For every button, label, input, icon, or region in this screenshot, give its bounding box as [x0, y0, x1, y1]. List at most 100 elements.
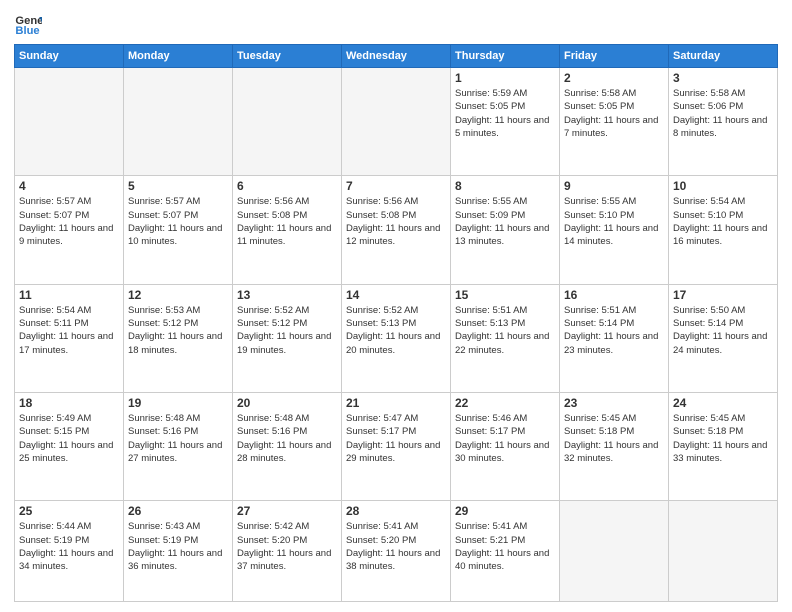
calendar-cell: 9 Sunrise: 5:55 AM Sunset: 5:10 PM Daylig… [560, 176, 669, 284]
day-info: Sunrise: 5:59 AM Sunset: 5:05 PM Dayligh… [455, 87, 555, 140]
day-number: 5 [128, 179, 228, 193]
day-info: Sunrise: 5:45 AM Sunset: 5:18 PM Dayligh… [564, 412, 664, 465]
day-number: 6 [237, 179, 337, 193]
calendar-cell: 7 Sunrise: 5:56 AM Sunset: 5:08 PM Daylig… [342, 176, 451, 284]
calendar-cell [124, 68, 233, 176]
calendar-week-row: 11Sunrise: 5:54 AM Sunset: 5:11 PM Dayli… [15, 284, 778, 392]
calendar-cell: 6 Sunrise: 5:56 AM Sunset: 5:08 PM Daylig… [233, 176, 342, 284]
day-info: Sunrise: 5:58 AM Sunset: 5:06 PM Dayligh… [673, 87, 773, 140]
calendar-cell [342, 68, 451, 176]
calendar-cell: 10 Sunrise: 5:54 AM Sunset: 5:10 PM Dayli… [669, 176, 778, 284]
calendar-week-row: 25 Sunrise: 5:44 AM Sunset: 5:19 PM Dayli… [15, 501, 778, 602]
calendar-cell [233, 68, 342, 176]
day-number: 18 [19, 396, 119, 410]
day-number: 9 [564, 179, 664, 193]
day-number: 29 [455, 504, 555, 518]
calendar-cell: 13 Sunrise: 5:52 AM Sunset: 5:12 PM Dayli… [233, 284, 342, 392]
day-number: 21 [346, 396, 446, 410]
day-info: Sunrise: 5:56 AM Sunset: 5:08 PM Dayligh… [346, 195, 446, 248]
calendar-header-wednesday: Wednesday [342, 45, 451, 68]
day-info: Sunrise: 5:47 AM Sunset: 5:17 PM Dayligh… [346, 412, 446, 465]
day-info: Sunrise: 5:41 AM Sunset: 5:20 PM Dayligh… [346, 520, 446, 573]
calendar-cell: 18 Sunrise: 5:49 AM Sunset: 5:15 PM Dayli… [15, 392, 124, 500]
calendar-header-friday: Friday [560, 45, 669, 68]
day-info: Sunrise: 5:51 AM Sunset: 5:13 PM Dayligh… [455, 304, 555, 357]
calendar-cell: 3 Sunrise: 5:58 AM Sunset: 5:06 PM Daylig… [669, 68, 778, 176]
day-number: 12 [128, 288, 228, 302]
calendar-cell: 26 Sunrise: 5:43 AM Sunset: 5:19 PM Dayli… [124, 501, 233, 602]
day-number: 7 [346, 179, 446, 193]
calendar-cell: 28 Sunrise: 5:41 AM Sunset: 5:20 PM Dayli… [342, 501, 451, 602]
calendar-cell: 20 Sunrise: 5:48 AM Sunset: 5:16 PM Dayli… [233, 392, 342, 500]
day-number: 23 [564, 396, 664, 410]
day-number: 13 [237, 288, 337, 302]
page: General Blue SundayMondayTuesdayWednesda… [0, 0, 792, 612]
svg-text:Blue: Blue [15, 25, 39, 37]
day-number: 8 [455, 179, 555, 193]
day-info: Sunrise: 5:48 AM Sunset: 5:16 PM Dayligh… [128, 412, 228, 465]
day-number: 2 [564, 71, 664, 85]
day-info: Sunrise: 5:53 AM Sunset: 5:12 PM Dayligh… [128, 304, 228, 357]
day-number: 24 [673, 396, 773, 410]
day-info: Sunrise: 5:49 AM Sunset: 5:15 PM Dayligh… [19, 412, 119, 465]
header: General Blue [14, 10, 778, 38]
day-info: Sunrise: 5:50 AM Sunset: 5:14 PM Dayligh… [673, 304, 773, 357]
day-info: Sunrise: 5:52 AM Sunset: 5:12 PM Dayligh… [237, 304, 337, 357]
day-info: Sunrise: 5:54 AM Sunset: 5:10 PM Dayligh… [673, 195, 773, 248]
day-info: Sunrise: 5:45 AM Sunset: 5:18 PM Dayligh… [673, 412, 773, 465]
calendar-cell: 15 Sunrise: 5:51 AM Sunset: 5:13 PM Dayli… [451, 284, 560, 392]
calendar-cell: 21 Sunrise: 5:47 AM Sunset: 5:17 PM Dayli… [342, 392, 451, 500]
calendar-cell: 14 Sunrise: 5:52 AM Sunset: 5:13 PM Dayli… [342, 284, 451, 392]
day-number: 20 [237, 396, 337, 410]
day-info: Sunrise: 5:42 AM Sunset: 5:20 PM Dayligh… [237, 520, 337, 573]
calendar-week-row: 4 Sunrise: 5:57 AM Sunset: 5:07 PM Daylig… [15, 176, 778, 284]
calendar-cell: 11Sunrise: 5:54 AM Sunset: 5:11 PM Dayli… [15, 284, 124, 392]
calendar-cell: 24 Sunrise: 5:45 AM Sunset: 5:18 PM Dayli… [669, 392, 778, 500]
day-info: Sunrise: 5:58 AM Sunset: 5:05 PM Dayligh… [564, 87, 664, 140]
day-info: Sunrise: 5:41 AM Sunset: 5:21 PM Dayligh… [455, 520, 555, 573]
calendar-week-row: 1 Sunrise: 5:59 AM Sunset: 5:05 PM Daylig… [15, 68, 778, 176]
day-info: Sunrise: 5:56 AM Sunset: 5:08 PM Dayligh… [237, 195, 337, 248]
calendar-cell: 2 Sunrise: 5:58 AM Sunset: 5:05 PM Daylig… [560, 68, 669, 176]
calendar-cell: 12 Sunrise: 5:53 AM Sunset: 5:12 PM Dayli… [124, 284, 233, 392]
calendar-header-tuesday: Tuesday [233, 45, 342, 68]
day-number: 26 [128, 504, 228, 518]
day-info: Sunrise: 5:46 AM Sunset: 5:17 PM Dayligh… [455, 412, 555, 465]
day-number: 4 [19, 179, 119, 193]
day-number: 1 [455, 71, 555, 85]
day-number: 28 [346, 504, 446, 518]
calendar-header-saturday: Saturday [669, 45, 778, 68]
calendar-header-sunday: Sunday [15, 45, 124, 68]
day-info: Sunrise: 5:51 AM Sunset: 5:14 PM Dayligh… [564, 304, 664, 357]
day-info: Sunrise: 5:44 AM Sunset: 5:19 PM Dayligh… [19, 520, 119, 573]
calendar-cell [669, 501, 778, 602]
calendar-week-row: 18 Sunrise: 5:49 AM Sunset: 5:15 PM Dayli… [15, 392, 778, 500]
day-number: 25 [19, 504, 119, 518]
calendar-cell: 19Sunrise: 5:48 AM Sunset: 5:16 PM Dayli… [124, 392, 233, 500]
calendar-cell: 17Sunrise: 5:50 AM Sunset: 5:14 PM Dayli… [669, 284, 778, 392]
calendar-cell [560, 501, 669, 602]
calendar-cell: 27Sunrise: 5:42 AM Sunset: 5:20 PM Dayli… [233, 501, 342, 602]
day-number: 16 [564, 288, 664, 302]
day-number: 3 [673, 71, 773, 85]
day-number: 14 [346, 288, 446, 302]
logo: General Blue [14, 10, 46, 38]
calendar-cell: 25 Sunrise: 5:44 AM Sunset: 5:19 PM Dayli… [15, 501, 124, 602]
calendar-header-row: SundayMondayTuesdayWednesdayThursdayFrid… [15, 45, 778, 68]
day-info: Sunrise: 5:52 AM Sunset: 5:13 PM Dayligh… [346, 304, 446, 357]
calendar-cell: 23 Sunrise: 5:45 AM Sunset: 5:18 PM Dayli… [560, 392, 669, 500]
calendar-cell: 1 Sunrise: 5:59 AM Sunset: 5:05 PM Daylig… [451, 68, 560, 176]
calendar-cell [15, 68, 124, 176]
day-info: Sunrise: 5:57 AM Sunset: 5:07 PM Dayligh… [19, 195, 119, 248]
calendar-table: SundayMondayTuesdayWednesdayThursdayFrid… [14, 44, 778, 602]
day-info: Sunrise: 5:54 AM Sunset: 5:11 PM Dayligh… [19, 304, 119, 357]
day-info: Sunrise: 5:55 AM Sunset: 5:09 PM Dayligh… [455, 195, 555, 248]
day-number: 15 [455, 288, 555, 302]
day-info: Sunrise: 5:55 AM Sunset: 5:10 PM Dayligh… [564, 195, 664, 248]
calendar-header-monday: Monday [124, 45, 233, 68]
logo-icon: General Blue [14, 10, 42, 38]
day-info: Sunrise: 5:43 AM Sunset: 5:19 PM Dayligh… [128, 520, 228, 573]
day-number: 10 [673, 179, 773, 193]
calendar-cell: 5Sunrise: 5:57 AM Sunset: 5:07 PM Daylig… [124, 176, 233, 284]
day-info: Sunrise: 5:48 AM Sunset: 5:16 PM Dayligh… [237, 412, 337, 465]
